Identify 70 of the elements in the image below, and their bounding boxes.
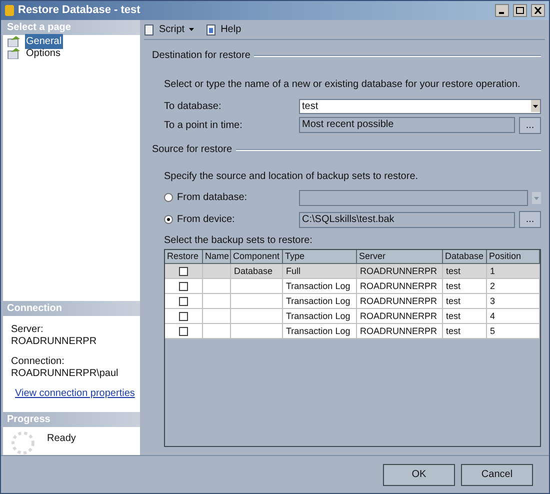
server-label: Server: (11, 324, 44, 336)
restore-checkbox[interactable] (179, 282, 188, 290)
window-title: Restore Database - test (18, 3, 140, 18)
dialog-button[interactable]: Cancel (461, 464, 533, 486)
page-icon (7, 48, 21, 58)
script-button[interactable]: Script (144, 22, 194, 37)
view-connection-link[interactable]: View connection properties (15, 388, 135, 400)
restore-checkbox[interactable] (179, 326, 188, 336)
progress-status: Ready (47, 432, 76, 446)
source-description: Specify the source and location of backup sets to restore. (164, 170, 420, 184)
sidebar-item[interactable]: General (25, 34, 63, 48)
dropdown-icon (532, 192, 541, 204)
column-header[interactable]: Position (487, 250, 540, 264)
destination-description: Select or type the name of a new or existing database for your restore operation. (164, 78, 522, 92)
spinner-icon (11, 431, 35, 455)
to-database-label: To database: (164, 100, 222, 114)
table-row[interactable]: Transaction Log ROADRUNNERPR test 4 (165, 309, 540, 324)
minimize-button[interactable] (495, 4, 509, 17)
radio-label: From device: (177, 213, 235, 227)
table-row[interactable]: Transaction Log ROADRUNNERPR test 3 (165, 294, 540, 309)
column-header[interactable]: Restore (165, 250, 203, 264)
script-icon (144, 24, 155, 36)
caret-icon (188, 28, 194, 31)
server-name: ROADRUNNERPR (11, 336, 98, 348)
connection-name: ROADRUNNERPR\paul (11, 368, 120, 380)
table-label: Select the backup sets to restore: (164, 234, 314, 248)
section-title: Source for restore (152, 143, 232, 157)
table-row[interactable]: Transaction Log ROADRUNNERPR test 2 (165, 279, 540, 294)
column-header[interactable]: Type (283, 250, 357, 264)
section-header: Select a page (3, 20, 140, 35)
close-button[interactable] (531, 4, 545, 17)
table-cell (231, 324, 283, 339)
sidebar-item[interactable]: Options (25, 46, 62, 60)
radio-label: From database: (177, 191, 248, 205)
restore-checkbox[interactable] (179, 266, 188, 276)
to-database-field[interactable]: test (299, 98, 541, 114)
table-cell: ROADRUNNERPR (357, 324, 443, 339)
dropdown-icon (531, 100, 540, 112)
radio-button[interactable] (164, 215, 173, 224)
column-header[interactable]: Database (443, 250, 487, 264)
browse-button[interactable]: ... (519, 116, 541, 134)
close-icon (534, 7, 542, 14)
column-header[interactable]: Server (357, 250, 443, 264)
connection-label: Connection: (11, 356, 66, 368)
database-icon (5, 4, 14, 17)
column-header[interactable]: Component (231, 250, 283, 264)
maximize-button[interactable] (513, 4, 527, 17)
table-cell: Transaction Log (283, 324, 357, 339)
source-field[interactable]: C:\SQLskills\test.bak (299, 212, 515, 228)
section-header: Progress (3, 412, 140, 427)
source-field[interactable] (299, 190, 528, 206)
browse-button[interactable]: ... (519, 211, 541, 228)
table-row[interactable]: Transaction Log ROADRUNNERPR test 5 (165, 324, 540, 339)
restore-checkbox[interactable] (179, 296, 188, 306)
point-in-time-field[interactable]: Most recent possible (299, 117, 515, 133)
section-title: Destination for restore (152, 49, 250, 63)
dialog-button[interactable]: OK (383, 464, 455, 486)
help-button[interactable]: Help (206, 22, 242, 37)
table-row[interactable]: Database Full ROADRUNNERPR test 1 (165, 264, 540, 279)
help-icon (206, 24, 217, 36)
maximize-icon (516, 7, 524, 14)
point-in-time-label: To a point in time: (164, 118, 244, 132)
column-header[interactable]: Name (203, 250, 231, 264)
table-cell: 5 (487, 324, 540, 339)
table-cell (203, 324, 231, 339)
page-icon (7, 36, 21, 46)
restore-checkbox[interactable] (179, 312, 188, 320)
table-cell: test (443, 324, 487, 339)
section-header: Connection (3, 301, 140, 316)
radio-button[interactable] (164, 193, 173, 202)
